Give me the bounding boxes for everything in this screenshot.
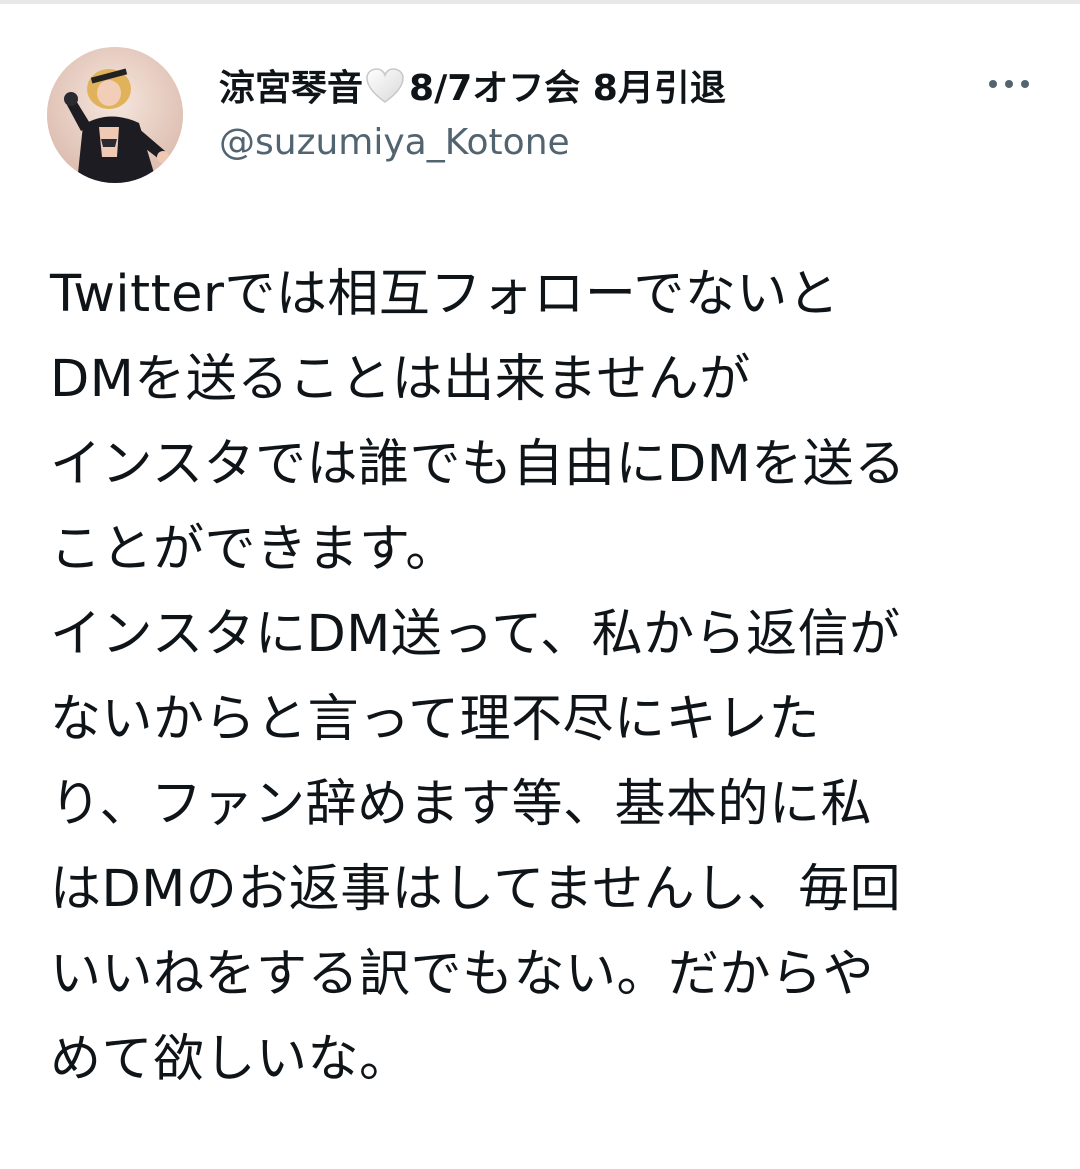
tweet-text-line: Twitterでは相互フォローでないと [50,265,840,324]
author-handle[interactable]: @suzumiya_Kotone [219,125,570,161]
tweet-text-line: ないからと言って理不尽にキレた [50,690,820,749]
display-name[interactable]: 涼宮琴音 [219,59,363,111]
tweet-text-line: めて欲しいな。 [50,1030,411,1089]
tweet-text-line: ことができます。 [50,520,457,579]
tweet-header: 涼宮琴音 8/7オフ会 8月引退 @suzumiya_Kotone [47,47,1047,187]
tweet-text-line: インスタでは誰でも自由にDMを送る [50,435,906,494]
display-name-suffix: 8/7オフ会 8月引退 [409,68,726,109]
white-heart-icon [365,67,405,105]
top-edge-divider [0,0,1080,4]
tweet-text-line: インスタにDM送って、私から返信が [50,605,901,664]
profile-photo-icon [47,47,183,183]
tweet-text: Twitterでは相互フォローでないと DMを送ることは出来ませんが インスタで… [50,252,1050,1102]
tweet-text-line: はDMのお返事はしてませんし、毎回 [50,860,902,919]
tweet-text-line: り、ファン辞めます等、基本的に私 [50,775,872,834]
avatar[interactable] [47,47,183,183]
more-horizontal-icon [989,80,1029,88]
more-options-button[interactable] [985,67,1033,101]
author-name-row[interactable]: 涼宮琴音 8/7オフ会 8月引退 [219,59,726,111]
tweet-text-line: いいねをする訳でもない。だからや [50,945,875,1004]
tweet-text-line: DMを送ることは出来ませんが [50,350,751,409]
